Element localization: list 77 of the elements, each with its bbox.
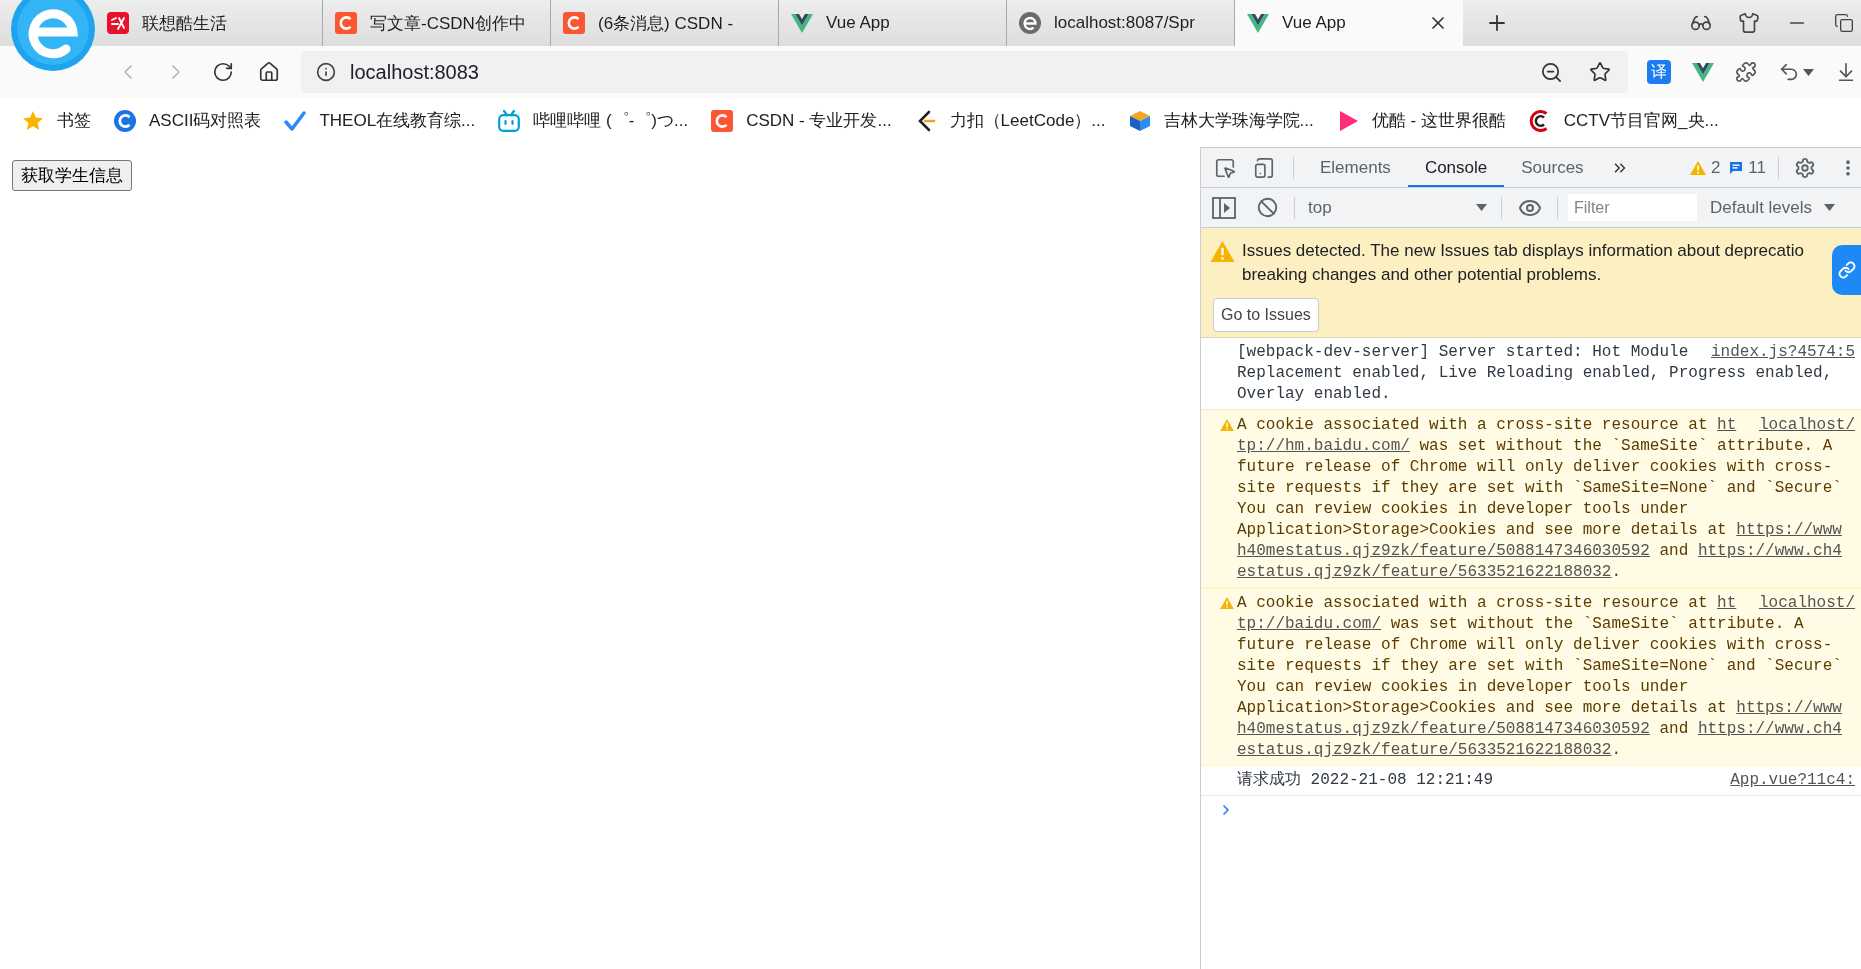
link-icon[interactable] — [1832, 245, 1861, 295]
console-link[interactable]: https://www — [1736, 521, 1842, 539]
console-link[interactable]: h40mestatus.qjz9zk/feature/5088147346030592 — [1237, 542, 1650, 560]
device-icon[interactable] — [1253, 156, 1275, 179]
arc-tile-icon — [563, 12, 585, 34]
source-link[interactable]: index.js?4574:5 — [1698, 342, 1855, 363]
bookmark-item[interactable]: 哔哩哔哩 (゜-゜)つ... — [498, 109, 689, 132]
console-link[interactable]: https://www — [1736, 699, 1842, 717]
puzzle-icon[interactable] — [1735, 61, 1757, 83]
arc-tile-icon — [711, 109, 734, 132]
clear-console-icon[interactable] — [1257, 197, 1278, 218]
console-link[interactable]: https://www.ch4 — [1697, 542, 1842, 560]
source-link[interactable]: localhost/ — [1747, 415, 1855, 436]
console-link[interactable]: https://www.ch4 — [1697, 720, 1842, 738]
source-link[interactable]: localhost/ — [1747, 593, 1855, 614]
caret-icon — [1803, 68, 1814, 76]
inspect-icon[interactable] — [1214, 156, 1236, 179]
message-icon — [1729, 160, 1744, 175]
reload-icon[interactable] — [212, 61, 234, 83]
issue-counter[interactable]: 2 11 — [1683, 157, 1772, 178]
caret-icon — [1476, 204, 1487, 211]
warning-icon — [1220, 419, 1234, 431]
bookmark-item[interactable]: THEOL在线教育综... — [284, 109, 476, 132]
chevron-logo-icon — [1247, 13, 1269, 33]
console-link[interactable]: ht — [1717, 416, 1737, 434]
filter-input[interactable]: Filter — [1568, 194, 1697, 221]
check-icon — [284, 109, 307, 132]
arc-disc-icon — [114, 109, 136, 132]
browser-tab[interactable]: Vue App — [1235, 0, 1463, 46]
fetch-button[interactable]: 获取学生信息 — [12, 160, 132, 191]
console-link[interactable]: h40mestatus.qjz9zk/feature/5088147346030592 — [1237, 720, 1650, 738]
devtools-tab[interactable]: Sources — [1504, 148, 1601, 187]
source-link[interactable]: App.vue?11c4: — [1718, 770, 1855, 791]
console-message: A cookie associated with a cross-site resource at ht localhost/ tp://hm.baidu.com/ was set without the `SameSite` attribute. A future release of Chrome will only deliver cookies with cross- site requests if they are set with `SameSite=None` and `Secure` You can review cookies in developer tools under Application>Storage>Cookies and see more details at https://www h40mestatus.qjz9zk/feature/5088147346030592 and https://www.ch4 estatus.qjz9zk/feature/5633521622188032. — [1237, 415, 1855, 583]
devtools-tab[interactable]: Elements — [1303, 148, 1408, 187]
warning-icon — [1220, 597, 1234, 609]
console-link[interactable]: estatus.qjz9zk/feature/5633521622188032 — [1237, 741, 1612, 759]
issues-message: Issues detected. The new Issues tab displays information about deprecatio breaking changes and other potential problems. — [1242, 240, 1804, 286]
tile-icon — [107, 12, 129, 34]
console-message: 请求成功 2022-21-08 12:21:49 App.vue?11c4: — [1237, 770, 1855, 791]
caret-icon — [1824, 204, 1836, 211]
bookmark-item[interactable]: 吉林大学珠海学院... — [1128, 109, 1314, 132]
warning-icon — [1210, 241, 1235, 262]
cube-icon — [1128, 109, 1151, 132]
chevron-logo-icon — [791, 13, 813, 33]
star-icon — [22, 109, 44, 132]
bookmark-item[interactable]: 优酷 - 这世界很酷 — [1336, 109, 1506, 132]
arc-tile-icon — [335, 12, 357, 34]
console-link[interactable]: tp://hm.baidu.com/ — [1237, 437, 1410, 455]
swirl-disc-icon — [1019, 12, 1041, 34]
tv-icon — [498, 109, 521, 132]
context-select[interactable]: top — [1295, 197, 1501, 218]
zoom-out-icon[interactable] — [1540, 60, 1563, 84]
info-icon[interactable] — [316, 62, 336, 82]
sidebar-toggle-icon[interactable] — [1212, 196, 1236, 219]
shirt-icon[interactable] — [1738, 12, 1760, 34]
levels-select[interactable]: Default levels — [1710, 197, 1836, 218]
bookmark-item[interactable]: 书签 — [22, 109, 91, 132]
bookmark-item[interactable]: CCTV节目官网_央... — [1528, 109, 1719, 132]
console-link[interactable]: tp://baidu.com/ — [1237, 615, 1382, 633]
star-icon[interactable] — [1589, 61, 1611, 83]
chevron-logo-icon[interactable] — [1692, 62, 1714, 82]
undo-icon[interactable] — [1778, 61, 1800, 83]
go-to-issues-button[interactable]: Go to Issues — [1213, 298, 1319, 332]
address-field[interactable]: localhost:8083 — [301, 51, 1628, 93]
console-message: [webpack-dev-server] Server started: Hot Module index.js?4574:5 Replacement enabled, Live Reloading enabled, Progress enabled, Overlay enabled. — [1237, 342, 1855, 405]
restore-icon[interactable] — [1834, 13, 1854, 33]
console-message: A cookie associated with a cross-site resource at ht localhost/ tp://baidu.com/ was set without the `SameSite` attribute. A future release of Chrome will only deliver cookies with cross- site requests if they are set with `SameSite=None` and `Secure` You can review cookies in developer tools under Application>Storage>Cookies and see more details at https://www h40mestatus.qjz9zk/feature/5088147346030592 and https://www.ch4 estatus.qjz9zk/feature/5633521622188032. — [1237, 593, 1855, 761]
settings-icon[interactable] — [1794, 156, 1816, 179]
bookmark-item[interactable]: CSDN - 专业开发... — [711, 109, 892, 132]
home-icon[interactable] — [258, 61, 280, 83]
warning-icon — [1689, 160, 1706, 175]
bookmark-item[interactable]: ASCII码对照表 — [114, 109, 262, 132]
bookmark-item[interactable]: 力扣（LeetCode）... — [914, 109, 1106, 132]
console-link[interactable]: ht — [1717, 594, 1737, 612]
console-link[interactable]: estatus.qjz9zk/feature/5633521622188032 — [1237, 563, 1612, 581]
translate-button[interactable]: 译 — [1647, 60, 1671, 84]
